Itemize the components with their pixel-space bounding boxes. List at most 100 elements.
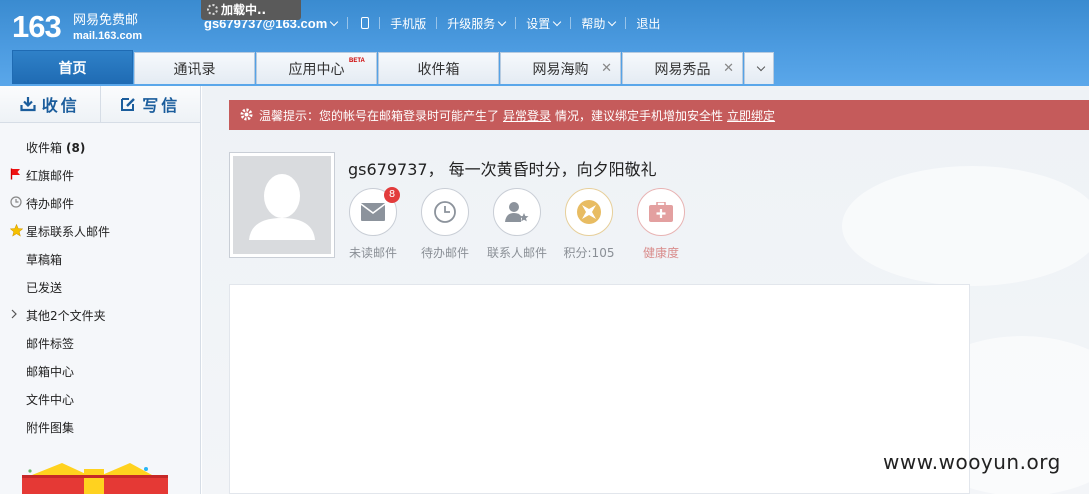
folder-sent[interactable]: 已发送 [26,279,62,296]
unread-count: (8) [66,140,86,155]
chevron-down-icon [498,17,507,26]
sidebar-actions: 收信 写信 [0,86,200,123]
chevron-down-icon [330,17,339,26]
logo-domain: mail.163.com [73,30,143,42]
folder-label: 邮件标签 [26,337,75,351]
folder-drafts[interactable]: 草稿箱 [26,251,62,268]
main-content: 温馨提示：您的帐号在邮箱登录时可能产生了 异常登录 情况，建议绑定手机增加安全性… [202,86,1089,494]
folder-label: 收件箱 [26,141,63,155]
tab-inbox[interactable]: 收件箱 [378,52,499,84]
security-notice: 温馨提示：您的帐号在邮箱登录时可能产生了 异常登录 情况，建议绑定手机增加安全性… [229,100,1089,130]
stat-health[interactable]: 健康度 [631,188,691,261]
beta-badge: BETA [349,58,365,64]
avatar-placeholder [233,156,331,254]
receive-button[interactable]: 收信 [0,86,100,122]
avatar[interactable] [229,152,335,258]
divider [436,17,438,29]
chevron-down-icon [756,62,766,72]
folder-inbox[interactable]: 收件箱 (8) [26,139,85,156]
main-tabs: 首页 通讯录 应用中心 BETA 收件箱 网易海购 ✕ 网易秀品 ✕ [12,50,775,86]
stat-circle [565,188,613,236]
folder-flagged[interactable]: 红旗邮件 [10,167,74,184]
envelope-icon [361,203,385,221]
chevron-right-icon [11,309,17,319]
watermark: www.wooyun.org [883,450,1061,474]
mobile-version-link[interactable]: 手机版 [390,15,426,32]
tab-label: 首页 [58,60,87,77]
folder-label: 已发送 [26,281,63,295]
bind-now-link[interactable]: 立即绑定 [727,107,775,124]
logo-number: 163 [12,9,62,44]
stat-contact-mail[interactable]: 联系人邮件 [487,188,547,261]
folder-todo[interactable]: 待办邮件 [10,195,74,212]
folder-other-folders[interactable]: 其他2个文件夹 [11,307,106,324]
tab-home[interactable]: 首页 [12,50,133,84]
folder-starred-contacts[interactable]: 星标联系人邮件 [10,223,111,240]
stat-points[interactable]: 积分:105 [559,188,619,261]
folder-label: 邮箱中心 [26,365,75,379]
notice-text: 情况，建议绑定手机增加安全性 [555,108,724,123]
tab-label: 通讯录 [173,61,216,78]
stat-todo-mail[interactable]: 待办邮件 [415,188,475,261]
folder-label: 星标联系人邮件 [26,225,111,239]
stat-label: 联系人邮件 [487,246,548,260]
unread-badge: 8 [384,187,400,203]
sidebar: 收信 写信 收件箱 (8) 红旗邮件 待办邮件 星标联系人邮件 草稿箱 已发送 … [0,86,201,494]
star-icon [10,224,23,237]
abnormal-login-link[interactable]: 异常登录 [503,107,551,124]
folder-mailbox-center[interactable]: 邮箱中心 [26,363,74,380]
tab-app-center[interactable]: 应用中心 BETA [256,52,377,84]
settings-menu[interactable]: 设置 [526,15,562,32]
tab-label: 网易秀品 [654,61,711,78]
chevron-down-icon [608,17,617,26]
stat-label: 未读邮件 [348,246,397,260]
help-label: 帮助 [581,16,606,31]
notice-text: 温馨提示：您的帐号在邮箱登录时可能产生了 [259,108,500,123]
compose-button[interactable]: 写信 [101,86,201,122]
folder-label: 其他2个文件夹 [26,309,106,323]
folder-label: 文件中心 [26,393,75,407]
coin-icon [577,200,601,224]
content-panel [229,284,970,494]
mobile-link[interactable] [358,17,370,29]
folder-attachment-gallery[interactable]: 附件图集 [26,419,74,436]
loading-label: 加载中.. [221,3,267,17]
gift-banner[interactable] [22,463,168,494]
folder-mail-tags[interactable]: 邮件标签 [26,335,74,352]
divider [570,17,572,29]
folder-label: 附件图集 [26,421,75,435]
tab-contacts[interactable]: 通讯录 [134,52,255,84]
close-icon[interactable]: ✕ [601,61,612,76]
close-icon[interactable]: ✕ [723,61,734,76]
tab-haigou[interactable]: 网易海购 ✕ [500,52,621,84]
loading-indicator: 加载中.. [201,0,301,20]
stat-circle [421,188,469,236]
red-flag-icon [10,168,20,180]
divider [347,17,349,29]
stat-circle: 8 [349,187,400,236]
logout-link[interactable]: 退出 [636,15,660,32]
user-silhouette-icon [249,174,315,240]
stat-label: 积分:105 [563,246,615,260]
receive-label: 收信 [41,96,80,115]
profile-greeting: gs679737， 每一次黄昏时分，向夕阳敬礼 [348,160,657,179]
tab-xiupin[interactable]: 网易秀品 ✕ [622,52,743,84]
divider [625,17,627,29]
help-menu[interactable]: 帮助 [581,15,617,32]
stat-unread-mail[interactable]: 8 未读邮件 [343,187,403,261]
medical-kit-icon [649,202,673,222]
tab-more-button[interactable] [744,52,774,84]
background-cloud [842,166,1089,286]
spinner-icon [207,4,218,15]
compose-label: 写信 [142,96,181,115]
tab-label: 网易海购 [532,61,589,78]
edit-icon [121,98,136,111]
upgrade-label: 升级服务 [447,16,496,31]
header: 163 网易免费邮 mail.163.com gs679737@163.com … [0,0,1089,86]
clock-icon [434,201,456,223]
gear-icon [240,108,253,121]
settings-label: 设置 [526,16,551,31]
divider [515,17,517,29]
folder-file-center[interactable]: 文件中心 [26,391,74,408]
upgrade-menu[interactable]: 升级服务 [447,15,507,32]
